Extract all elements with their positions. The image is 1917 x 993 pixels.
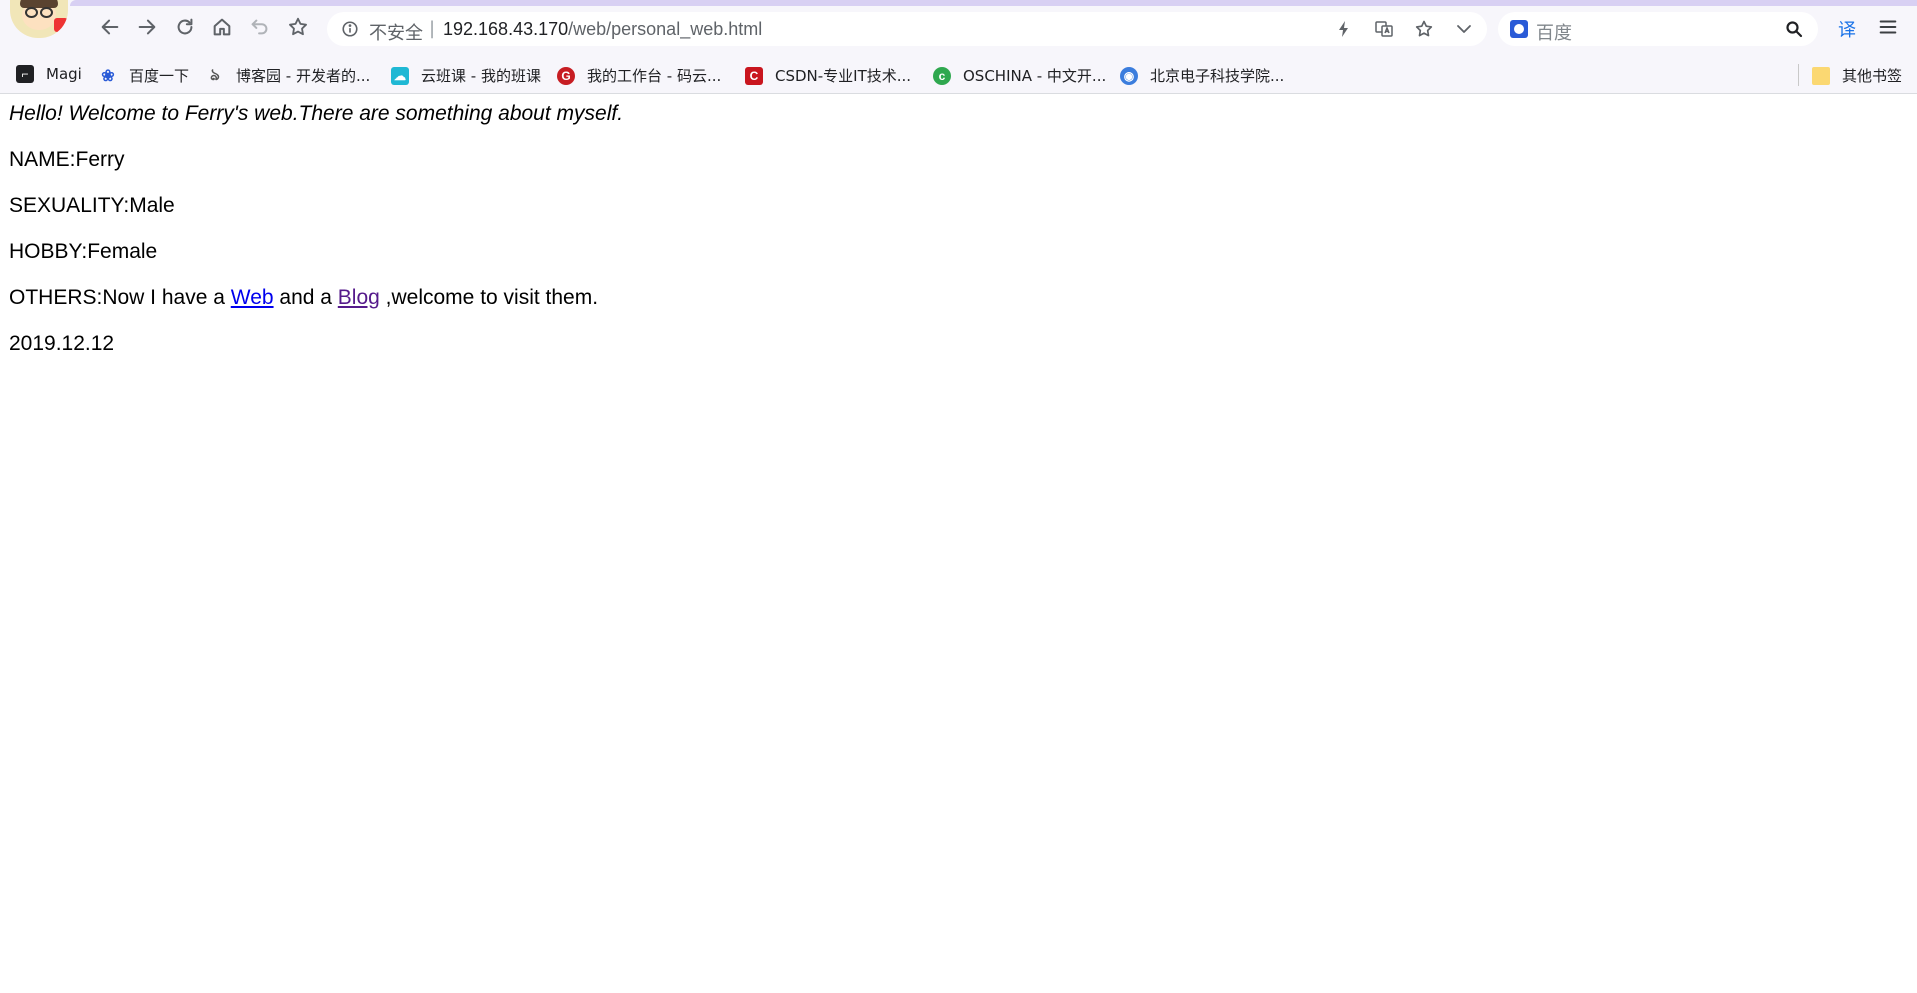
blog-link[interactable]: Blog [338, 286, 380, 309]
sexuality-line: SEXUALITY:Male [9, 194, 175, 217]
url-separator: | [429, 18, 436, 39]
reload-icon[interactable] [173, 15, 197, 39]
home-icon[interactable] [210, 15, 234, 39]
tab-strip-accent [70, 0, 1917, 6]
page-content: Hello! Welcome to Ferry's web.There are … [9, 102, 623, 378]
chevron-down-icon[interactable] [1453, 18, 1475, 40]
bookmark-oschina[interactable]: c OSCHINA - 中文开... [933, 65, 1106, 86]
profile-avatar-icon[interactable] [10, 0, 68, 38]
info-icon[interactable] [341, 20, 359, 38]
others-line: OTHERS:Now I have a Web and a Blog ,welc… [9, 286, 599, 309]
bookmark-gitee[interactable]: G 我的工作台 - 码云... [557, 65, 721, 86]
date-line: 2019.12.12 [9, 332, 115, 355]
url-path: /web/personal_web.html [568, 19, 763, 39]
url-host: 192.168.43.170 [443, 19, 569, 39]
bookmark-baidu[interactable]: ❀ 百度一下 [99, 65, 189, 86]
folder-icon [1812, 66, 1830, 85]
web-link[interactable]: Web [231, 286, 274, 309]
bookmark-cloud-class[interactable]: ☁ 云班课 - 我的班课 [391, 65, 541, 86]
search-engine-label: 百度 [1536, 23, 1572, 44]
bookmarks-divider [1798, 64, 1799, 86]
oschina-icon: c [933, 66, 951, 85]
cnblogs-icon: ঌ [210, 67, 220, 84]
lightning-icon[interactable] [1333, 18, 1355, 40]
bookmark-besti[interactable]: ◉ 北京电子科技学院... [1120, 65, 1284, 86]
hobby-line: HOBBY:Female [9, 240, 158, 263]
baidu-icon [1510, 20, 1528, 38]
name-line: NAME:Ferry [9, 148, 125, 171]
url-text[interactable]: 192.168.43.170/web/personal_web.html [443, 19, 762, 40]
back-arrow-icon[interactable] [98, 15, 122, 39]
cloud-class-icon: ☁ [391, 66, 409, 85]
address-bar[interactable]: 不安全 | 192.168.43.170/web/personal_web.ht… [327, 12, 1487, 46]
search-icon[interactable] [1784, 19, 1804, 39]
magi-icon: ⌐ [16, 65, 34, 83]
bookmarks-bar: ⌐ Magi ❀ 百度一下 ঌ 博客园 - 开发者的... ☁ 云班课 - 我的… [0, 58, 1917, 94]
bookmark-star-icon[interactable] [286, 15, 310, 39]
bookmark-cnblogs[interactable]: ঌ 博客园 - 开发者的... [206, 65, 370, 86]
translate-page-icon[interactable] [1373, 18, 1395, 40]
browser-toolbar: 不安全 | 192.168.43.170/web/personal_web.ht… [0, 0, 1917, 58]
security-label[interactable]: 不安全 [369, 19, 423, 45]
baidu-paw-icon: ❀ [101, 67, 115, 85]
undo-icon[interactable] [248, 15, 272, 39]
favorite-star-icon[interactable] [1413, 18, 1435, 40]
menu-icon[interactable] [1877, 16, 1901, 40]
bookmark-other-folder[interactable]: 其他书签 [1812, 65, 1902, 86]
bookmark-csdn[interactable]: C CSDN-专业IT技术... [745, 65, 911, 86]
forward-arrow-icon[interactable] [135, 15, 159, 39]
search-box[interactable]: 百度 [1498, 12, 1818, 46]
globe-icon: ◉ [1120, 66, 1138, 85]
csdn-icon: C [745, 66, 763, 85]
bookmark-magi[interactable]: ⌐ Magi [16, 65, 82, 83]
translate-button[interactable]: 译 [1838, 16, 1856, 42]
intro-text: Hello! Welcome to Ferry's web.There are … [9, 102, 624, 125]
gitee-icon: G [557, 66, 575, 85]
